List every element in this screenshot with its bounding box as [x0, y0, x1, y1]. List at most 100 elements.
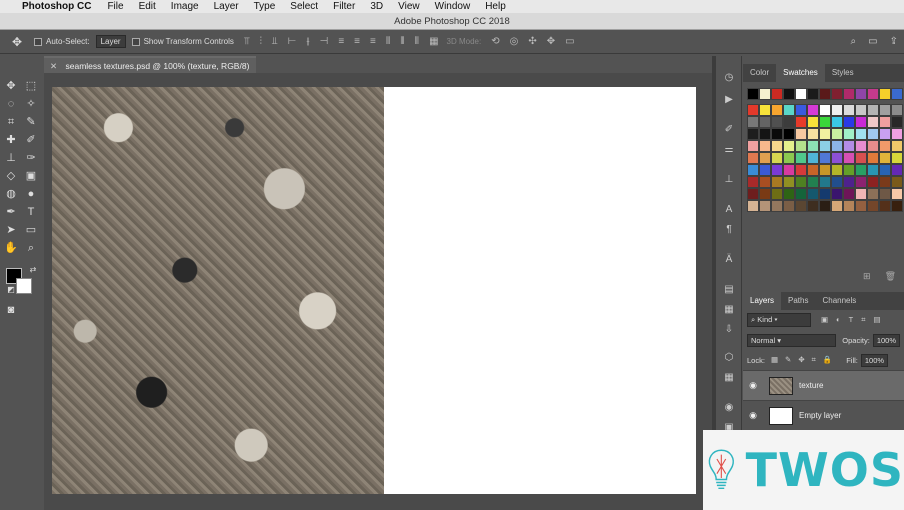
align-bottom-icon[interactable]: ⫫ [272, 36, 278, 47]
color-swatch[interactable] [795, 176, 807, 188]
color-swatch[interactable] [879, 164, 891, 176]
tab-layers[interactable]: Layers [743, 292, 782, 310]
color-swatch[interactable] [831, 176, 843, 188]
swap-colors-icon[interactable]: ⇄ [24, 262, 42, 278]
color-swatch[interactable] [747, 128, 759, 140]
color-swatch[interactable] [879, 188, 891, 200]
color-swatch[interactable] [819, 128, 831, 140]
blend-mode-dropdown[interactable]: Normal ▾ [747, 333, 837, 347]
color-swatch[interactable] [771, 164, 783, 176]
pen-tool-icon[interactable]: ✒ [2, 204, 20, 220]
color-swatch[interactable] [891, 116, 903, 128]
color-swatch[interactable] [855, 152, 867, 164]
recent-swatch[interactable] [891, 88, 903, 100]
menu-view[interactable]: View [398, 1, 420, 12]
align-hcenter-icon[interactable]: ⫲ [306, 36, 309, 47]
color-swatch[interactable] [747, 152, 759, 164]
menu-file[interactable]: File [107, 1, 123, 12]
color-swatch[interactable] [891, 140, 903, 152]
color-swatch[interactable] [819, 104, 831, 116]
info-icon[interactable]: ⇩ [723, 324, 735, 336]
default-colors-icon[interactable]: ◩ [2, 282, 20, 298]
color-swatch[interactable] [783, 164, 795, 176]
brush-settings-icon[interactable]: ✐ [723, 124, 735, 136]
color-swatch[interactable] [831, 104, 843, 116]
color-swatch[interactable] [807, 152, 819, 164]
color-swatch[interactable] [771, 128, 783, 140]
layer-row-empty-layer[interactable]: ◉ Empty layer [743, 400, 904, 430]
color-swatch[interactable] [891, 104, 903, 116]
menu-type[interactable]: Type [254, 1, 276, 12]
distribute-left-icon[interactable]: ⦀ [386, 36, 390, 47]
tab-swatches[interactable]: Swatches [776, 64, 825, 82]
menu-layer[interactable]: Layer [214, 1, 239, 12]
color-swatch[interactable] [891, 188, 903, 200]
color-swatch[interactable] [759, 104, 771, 116]
kind-filter-dropdown[interactable]: ⌕ Kind ▾ [747, 313, 811, 327]
auto-select-dropdown[interactable]: Layer [95, 35, 126, 48]
color-swatch[interactable] [879, 200, 891, 212]
color-swatch[interactable] [795, 164, 807, 176]
libraries-icon[interactable]: ▦ [723, 304, 735, 316]
color-swatch[interactable] [855, 200, 867, 212]
color-swatch[interactable] [867, 128, 879, 140]
hand-tool-icon[interactable]: ✋ [2, 240, 20, 256]
lock-pixels-icon[interactable]: ✎ [785, 355, 791, 365]
recent-swatch[interactable] [807, 88, 819, 100]
character-icon[interactable]: A [723, 204, 735, 216]
color-swatch[interactable] [807, 104, 819, 116]
path-selection-tool-icon[interactable]: ➤ [2, 222, 20, 238]
quick-select-tool-icon[interactable]: ✧ [22, 96, 40, 112]
color-swatch[interactable] [867, 140, 879, 152]
color-swatch[interactable] [843, 188, 855, 200]
menu-image[interactable]: Image [171, 1, 199, 12]
new-swatch-icon[interactable]: ⊞ [863, 271, 871, 282]
color-swatch[interactable] [843, 128, 855, 140]
menu-edit[interactable]: Edit [139, 1, 156, 12]
recent-swatch[interactable] [795, 88, 807, 100]
recent-swatch[interactable] [855, 88, 867, 100]
color-swatch[interactable] [819, 188, 831, 200]
color-swatch[interactable] [771, 104, 783, 116]
color-swatch[interactable] [831, 140, 843, 152]
color-swatch[interactable] [855, 128, 867, 140]
color-swatch[interactable] [759, 152, 771, 164]
distribute-vcenter-icon[interactable]: ≡ [354, 36, 360, 47]
color-swatch[interactable] [819, 140, 831, 152]
tab-styles[interactable]: Styles [825, 64, 861, 82]
color-swatch[interactable] [843, 116, 855, 128]
color-swatch[interactable] [795, 140, 807, 152]
color-swatch[interactable] [807, 140, 819, 152]
color-swatch[interactable] [747, 116, 759, 128]
filter-adjustment-icon[interactable]: ◐ [836, 315, 841, 325]
color-swatch[interactable] [759, 128, 771, 140]
menu-3d[interactable]: 3D [370, 1, 383, 12]
recent-swatch[interactable] [747, 88, 759, 100]
filter-shape-icon[interactable]: ⌗ [861, 315, 865, 325]
color-swatch[interactable] [891, 164, 903, 176]
channels-icon[interactable]: ▦ [723, 372, 735, 384]
recent-swatch[interactable] [831, 88, 843, 100]
color-swatch[interactable] [783, 152, 795, 164]
history-icon[interactable]: ◷ [723, 72, 735, 84]
color-swatch[interactable] [831, 116, 843, 128]
color-swatch[interactable] [807, 176, 819, 188]
color-swatch[interactable] [759, 140, 771, 152]
color-swatch[interactable] [891, 128, 903, 140]
color-swatch[interactable] [819, 176, 831, 188]
color-swatch[interactable] [831, 188, 843, 200]
eyedropper-tool-icon[interactable]: ✎ [22, 114, 40, 130]
color-swatch[interactable] [747, 104, 759, 116]
color-swatch[interactable] [843, 140, 855, 152]
color-swatch[interactable] [867, 200, 879, 212]
delete-swatch-icon[interactable]: 🗑 [885, 271, 896, 282]
rectangle-tool-icon[interactable]: ▭ [22, 222, 40, 238]
color-swatch[interactable] [759, 176, 771, 188]
color-swatch[interactable] [783, 200, 795, 212]
color-swatch[interactable] [843, 200, 855, 212]
align-vcenter-icon[interactable]: ⫶ [260, 36, 263, 47]
menu-filter[interactable]: Filter [333, 1, 355, 12]
color-swatch[interactable] [795, 188, 807, 200]
color-swatch[interactable] [795, 152, 807, 164]
color-swatch[interactable] [855, 104, 867, 116]
